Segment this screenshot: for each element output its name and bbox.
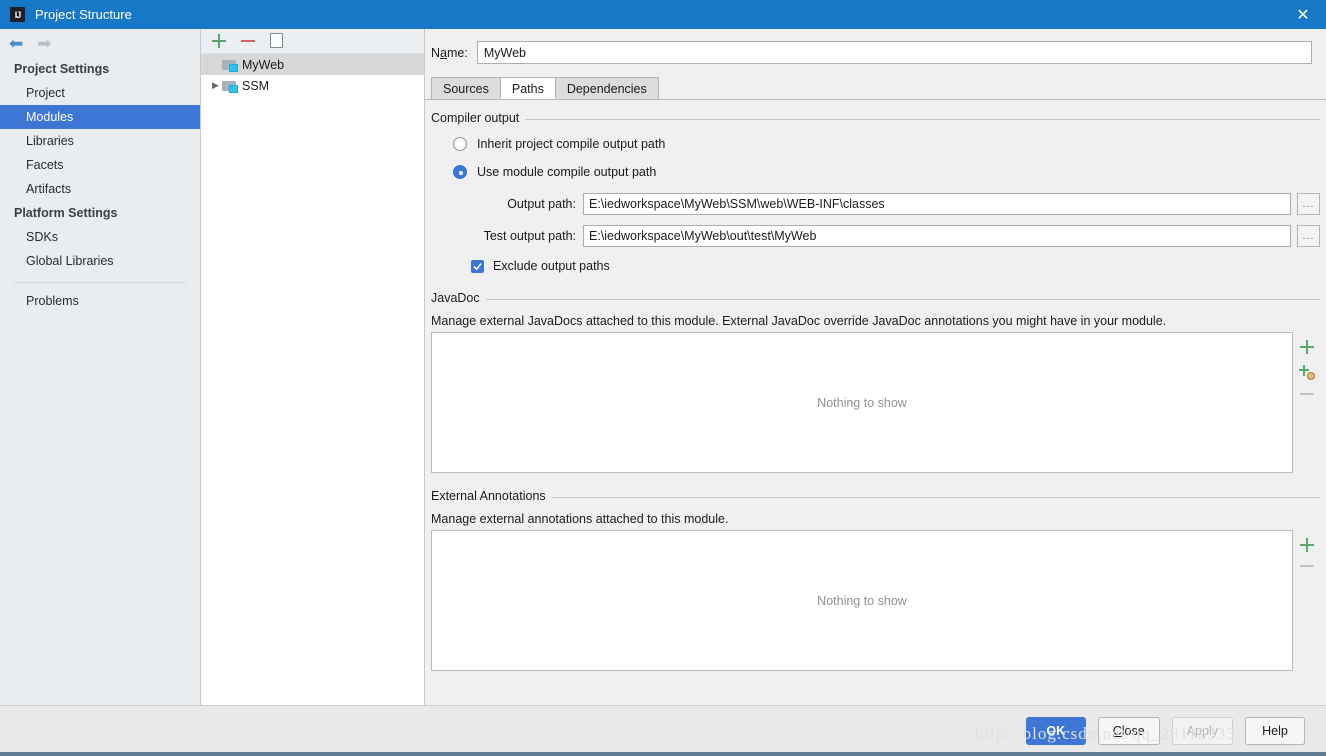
paths-tab-content: Compiler output Inherit project compile … (425, 100, 1326, 705)
group-divider (525, 118, 1320, 120)
sidebar-item-sdks[interactable]: SDKs (0, 225, 200, 249)
output-path-label: Output path: (507, 197, 576, 211)
external-annotations-group: External Annotations Manage external ann… (431, 489, 1320, 671)
sidebar-item-artifacts[interactable]: Artifacts (0, 177, 200, 201)
group-divider (485, 298, 1320, 300)
close-icon[interactable]: ✕ (1280, 0, 1326, 29)
module-name-label: Name: (431, 45, 468, 60)
navigation-bar: ⬅ ➡ (0, 29, 200, 57)
exclude-output-paths-checkbox[interactable] (471, 259, 484, 273)
radio-inherit-output-row[interactable]: Inherit project compile output path (453, 137, 1320, 151)
sidebar-group-platform-settings: Platform Settings (14, 206, 118, 220)
module-editor-panel: Name: Sources Paths Dependencies Compile… (425, 29, 1326, 705)
javadoc-description: Manage external JavaDocs attached to thi… (431, 314, 1167, 328)
sidebar-item-modules[interactable]: Modules (0, 105, 200, 129)
plus-icon[interactable] (212, 34, 226, 48)
javadoc-actions (1293, 332, 1320, 473)
tree-node-label: SSM (242, 78, 270, 93)
external-annotations-list-wrap: Nothing to show (431, 530, 1320, 671)
javadoc-header: JavaDoc (431, 291, 1320, 305)
group-divider (551, 496, 1320, 498)
exclude-output-paths-label: Exclude output paths (493, 259, 610, 273)
sidebar-divider (14, 282, 186, 283)
external-annotations-description: Manage external annotations attached to … (431, 512, 729, 526)
external-annotations-header: External Annotations (431, 489, 1320, 503)
apply-button[interactable]: Apply (1171, 717, 1233, 745)
tab-paths[interactable]: Paths (499, 77, 556, 99)
module-tabs: Sources Paths Dependencies (431, 77, 1326, 99)
test-output-path-label: Test output path: (483, 229, 576, 243)
external-annotations-actions (1293, 530, 1320, 671)
settings-category-panel: ⬅ ➡ Project Settings Project Modules Lib… (0, 29, 201, 705)
arrow-right-icon[interactable]: ➡ (37, 35, 51, 52)
module-name-row: Name: (425, 29, 1326, 64)
external-annotations-title: External Annotations (431, 489, 546, 503)
test-output-path-browse-button[interactable]: ... (1297, 225, 1320, 247)
help-button[interactable]: Help (1245, 717, 1305, 745)
tab-sources[interactable]: Sources (431, 77, 501, 99)
sidebar-group-project-settings: Project Settings (14, 62, 110, 76)
dialog-footer: http://blog.csdn.net/qq_28115333 OK Clos… (0, 705, 1326, 756)
modules-tree-panel: MyWeb ▶ SSM (201, 29, 425, 705)
close-button[interactable]: Close (1097, 717, 1160, 745)
radio-module-output[interactable] (453, 165, 467, 179)
javadoc-group: JavaDoc Manage external JavaDocs attache… (431, 291, 1320, 473)
sidebar-item-facets[interactable]: Facets (0, 153, 200, 177)
copy-icon[interactable] (270, 32, 283, 48)
ok-button[interactable]: OK (1025, 717, 1086, 745)
plus-globe-icon[interactable] (1298, 365, 1315, 380)
compiler-output-title: Compiler output (431, 111, 520, 125)
compiler-output-group: Compiler output Inherit project compile … (431, 111, 1320, 273)
radio-inherit-output[interactable] (453, 137, 467, 151)
mnemonic-c: C (1112, 724, 1122, 738)
intellij-idea-logo-icon: IJ (10, 7, 25, 22)
output-path-browse-button[interactable]: ... (1297, 193, 1320, 215)
output-path-input[interactable] (583, 193, 1291, 215)
module-icon (222, 59, 238, 72)
javadoc-empty-text: Nothing to show (817, 395, 907, 410)
check-icon (473, 262, 482, 270)
radio-module-output-label: Use module compile output path (477, 165, 657, 179)
javadoc-list-wrap: Nothing to show (431, 332, 1320, 473)
module-icon (222, 80, 238, 93)
minus-icon[interactable] (241, 34, 255, 48)
exclude-output-paths-row[interactable]: Exclude output paths (471, 259, 1320, 273)
module-name-input[interactable] (476, 41, 1312, 64)
javadoc-list[interactable]: Nothing to show (431, 332, 1293, 473)
sidebar-item-project[interactable]: Project (0, 81, 200, 105)
external-annotations-empty-text: Nothing to show (817, 593, 907, 608)
compiler-output-header: Compiler output (431, 111, 1320, 125)
external-annotations-list[interactable]: Nothing to show (431, 530, 1293, 671)
arrow-left-icon[interactable]: ⬅ (9, 35, 23, 52)
chevron-right-icon[interactable]: ▶ (209, 80, 222, 91)
title-bar: IJ Project Structure ✕ (0, 0, 1326, 29)
radio-inherit-output-label: Inherit project compile output path (477, 137, 666, 151)
tab-dependencies[interactable]: Dependencies (554, 77, 659, 99)
test-output-path-row: Test output path: ... (431, 225, 1320, 247)
tree-node-label: MyWeb (242, 57, 285, 72)
window-title: Project Structure (35, 7, 132, 22)
mnemonic-a: a (440, 45, 447, 60)
minus-icon (1299, 393, 1314, 395)
bottom-accent-strip (0, 752, 1326, 756)
plus-icon[interactable] (1299, 538, 1314, 552)
dialog-body: ⬅ ➡ Project Settings Project Modules Lib… (0, 29, 1326, 705)
minus-icon (1299, 565, 1314, 567)
output-path-row: Output path: ... (431, 193, 1320, 215)
globe-icon (1306, 372, 1315, 380)
tree-node-ssm[interactable]: ▶ SSM (201, 75, 424, 96)
sidebar-item-global-libraries[interactable]: Global Libraries (0, 249, 200, 273)
javadoc-title: JavaDoc (431, 291, 480, 305)
sidebar-item-libraries[interactable]: Libraries (0, 129, 200, 153)
plus-icon[interactable] (1299, 340, 1314, 354)
radio-module-output-row[interactable]: Use module compile output path (453, 165, 1320, 179)
test-output-path-input[interactable] (583, 225, 1291, 247)
modules-toolbar (201, 29, 424, 54)
tree-node-myweb[interactable]: MyWeb (201, 54, 424, 75)
sidebar-item-problems[interactable]: Problems (0, 289, 200, 313)
